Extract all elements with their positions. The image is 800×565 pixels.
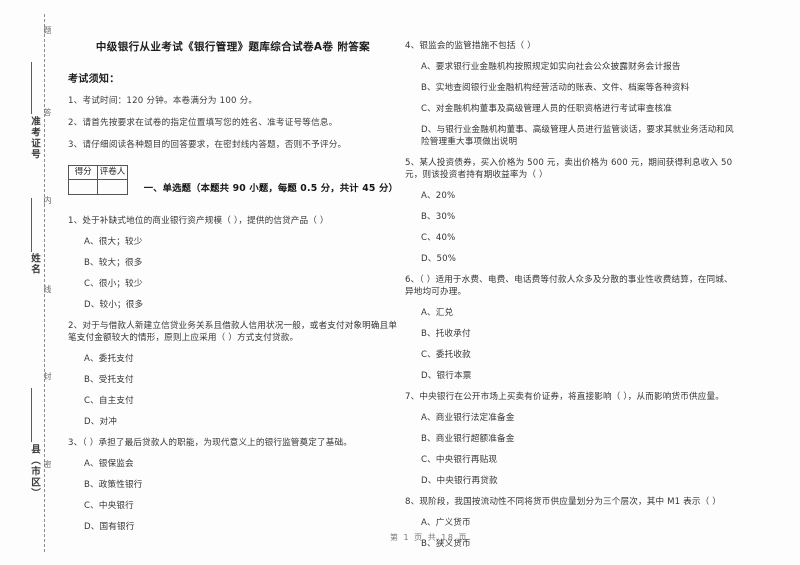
seal-rule-name	[31, 198, 32, 252]
question-option[interactable]: C、40%	[405, 232, 735, 244]
question-stem: 4、银监会的监管措施不包括（ ）	[405, 40, 735, 52]
question-text: 某人投资债券，买入价格为 500 元，卖出价格为 600 元，期间获得利息收入 …	[405, 158, 733, 180]
question-option[interactable]: D、50%	[405, 253, 735, 265]
question-option[interactable]: A、银保监会	[68, 458, 398, 470]
question-option[interactable]: A、要求银行业金融机构按照规定如实向社会公众披露财务会计报告	[405, 61, 735, 73]
question-stem: 5、某人投资债券，买入价格为 500 元，卖出价格为 600 元，期间获得利息收…	[405, 157, 735, 181]
question-option[interactable]: C、中央银行	[68, 500, 398, 512]
question-option[interactable]: A、汇兑	[405, 307, 735, 319]
question-text: （ ）适用于水费、电费、电话费等付款人众多及分散的事业性收费结算，在同城、异地均…	[405, 275, 733, 297]
question-option[interactable]: A、20%	[405, 190, 735, 202]
score-header-grader: 评卷人	[97, 165, 128, 180]
question-option[interactable]: D、对冲	[68, 416, 398, 428]
notice-item: 2、请首先按要求在试卷的指定位置填写您的姓名、准考证号等信息。	[68, 118, 338, 128]
question-text: 中央银行在公开市场上买卖有价证券，将直接影响（ ），从而影响货币供应量。	[419, 392, 724, 402]
seal-char-4: 封	[43, 372, 52, 381]
question-option[interactable]: B、受托支付	[68, 374, 398, 386]
question-option[interactable]: B、政策性银行	[68, 479, 398, 491]
seal-rule-exam-number	[31, 62, 32, 114]
exam-page: 题 答 内 线 封 密 准考证号 姓名 县（市区） 中级银行从业考试《银行管理》…	[0, 0, 800, 565]
score-cell-score[interactable]	[67, 179, 99, 195]
score-cell-grader[interactable]	[97, 179, 128, 195]
question-option[interactable]: C、中央银行再贴现	[405, 454, 735, 466]
section-heading: 一、单选题（本题共 90 小题，每题 0.5 分，共计 45 分）	[143, 183, 398, 194]
question-stem: 2、对于与借款人新建立信贷业务关系且借款人信用状况一般，或者支付对象明确且单笔支…	[68, 320, 398, 344]
question-text: （ ）承担了最后贷款人的职能，为现代意义上的银行监管奠定了基础。	[82, 438, 353, 448]
right-column: 4、银监会的监管措施不包括（ ） A、要求银行业金融机构按照规定如实向社会公众披…	[405, 40, 735, 559]
question-number: 3、	[68, 438, 83, 448]
question-text: 银监会的监管措施不包括（ ）	[419, 41, 536, 51]
seal-label-name: 姓名	[29, 253, 40, 275]
page-footer: 第 1 页 共 18 页	[390, 533, 468, 542]
question-text: 现阶段，我国按流动性不同将货币供应量划分为三个层次，其中 M1 表示（ ）	[419, 497, 722, 507]
seal-label-exam-number: 准考证号	[29, 116, 40, 160]
question-option[interactable]: B、较大；很多	[68, 257, 398, 269]
left-column: 中级银行从业考试《银行管理》题库综合试卷A卷 附答案 考试须知： 1、考试时间：…	[67, 40, 398, 542]
question-stem: 1、处于补缺式地位的商业银行资产规模（ ），提供的信贷产品（ ）	[68, 215, 398, 227]
score-header-score: 得分	[67, 165, 99, 180]
question-number: 6、	[405, 275, 420, 285]
question-option[interactable]: A、委托支付	[68, 353, 398, 365]
question-option[interactable]: C、对金融机构董事及高级管理人员的任职资格进行考试审查核准	[405, 103, 735, 115]
score-table: 得分 评卷人	[67, 165, 128, 195]
document-body: 中级银行从业考试《银行管理》题库综合试卷A卷 附答案 考试须知： 1、考试时间：…	[58, 0, 800, 565]
seal-char-0: 题	[43, 26, 52, 35]
question-stem: 8、现阶段，我国按流动性不同将货币供应量划分为三个层次，其中 M1 表示（ ）	[405, 496, 735, 508]
seal-label-county: 县（市区）	[29, 444, 40, 499]
section-header-row: 得分 评卷人 一、单选题（本题共 90 小题，每题 0.5 分，共计 45 分）	[67, 165, 398, 195]
seal-char-2: 内	[43, 196, 52, 205]
seal-dotted-line	[44, 14, 45, 552]
question-option[interactable]: A、商业银行法定准备金	[405, 412, 735, 424]
notice-heading: 考试须知：	[68, 74, 120, 85]
question-number: 4、	[405, 41, 420, 51]
question-number: 2、	[68, 321, 83, 331]
question-option[interactable]: C、很小；较少	[68, 278, 398, 290]
question-option[interactable]: D、中央银行再贷款	[405, 475, 735, 487]
question-text: 对于与借款人新建立信贷业务关系且借款人信用状况一般，或者支付对象明确且单笔支付金…	[68, 321, 398, 343]
seal-rule-county	[31, 388, 32, 442]
question-option[interactable]: B、商业银行超额准备金	[405, 433, 735, 445]
question-number: 7、	[405, 392, 420, 402]
question-text: 处于补缺式地位的商业银行资产规模（ ），提供的信贷产品（ ）	[82, 216, 329, 226]
question-option[interactable]: C、自主支付	[68, 395, 398, 407]
question-stem: 7、中央银行在公开市场上买卖有价证券，将直接影响（ ），从而影响货币供应量。	[405, 391, 735, 403]
page-title: 中级银行从业考试《银行管理》题库综合试卷A卷 附答案	[95, 41, 371, 53]
question-option[interactable]: B、30%	[405, 211, 735, 223]
question-option[interactable]: D、与银行业金融机构董事、高级管理人员进行监管谈话，要求其就业务活动和风险管理重…	[405, 124, 735, 148]
question-option[interactable]: C、委托收款	[405, 349, 735, 361]
question-stem: 6、（ ）适用于水费、电费、电话费等付款人众多及分散的事业性收费结算，在同城、异…	[405, 274, 735, 298]
question-stem: 3、（ ）承担了最后贷款人的职能，为现代意义上的银行监管奠定了基础。	[68, 437, 398, 449]
notice-item: 1、考试时间：120 分钟。本卷满分为 100 分。	[68, 96, 258, 106]
question-option[interactable]: A、广义货币	[405, 517, 735, 529]
question-option[interactable]: B、实地查阅银行业金融机构经营活动的账表、文件、档案等各种资料	[405, 82, 735, 94]
question-number: 8、	[405, 497, 420, 507]
question-number: 5、	[405, 158, 420, 168]
question-option[interactable]: A、很大；较少	[68, 236, 398, 248]
question-option[interactable]: B、托收承付	[405, 328, 735, 340]
notice-item: 3、请仔细阅读各种题目的回答要求，在密封线内答题，否则不予评分。	[68, 140, 347, 150]
sealed-margin: 题 答 内 线 封 密 准考证号 姓名 县（市区）	[0, 0, 58, 565]
question-option[interactable]: D、较小；很多	[68, 299, 398, 311]
seal-char-3: 线	[43, 285, 52, 294]
question-option[interactable]: D、银行本票	[405, 370, 735, 382]
question-number: 1、	[68, 216, 83, 226]
